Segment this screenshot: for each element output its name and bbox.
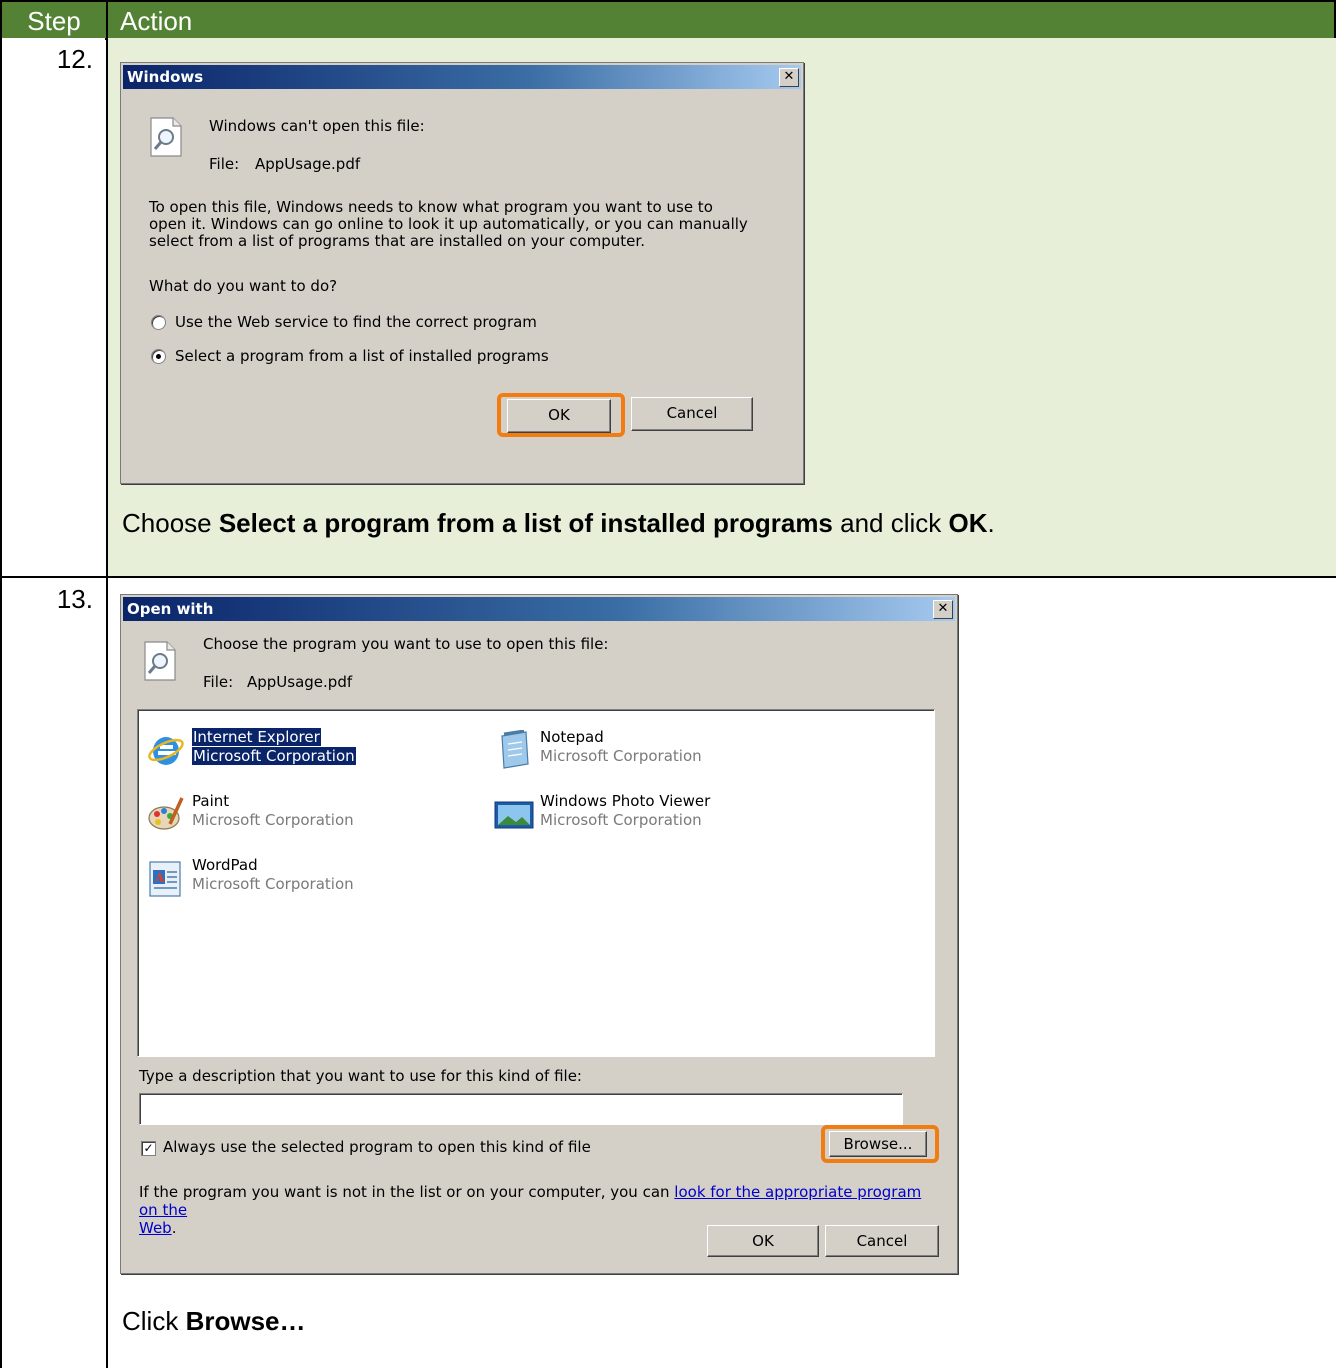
list-item-windows-photo-viewer[interactable]: Windows Photo Viewer Microsoft Corporati…	[494, 792, 814, 838]
list-item-paint[interactable]: Paint Microsoft Corporation	[146, 792, 466, 838]
header-step: Step	[27, 6, 81, 36]
program-name: Paint	[192, 792, 230, 810]
table-row: 12. Windows ✕ Windows can't open this fi…	[0, 38, 1336, 578]
step-cell: 12.	[2, 38, 105, 576]
table-header-row: Step Action	[0, 0, 1336, 40]
close-button[interactable]: ✕	[779, 68, 799, 87]
web-link[interactable]: Web	[139, 1219, 172, 1237]
program-name: WordPad	[192, 856, 258, 874]
dialog-heading: Windows can't open this file:	[209, 117, 425, 135]
cancel-button[interactable]: Cancel	[825, 1225, 939, 1257]
dialog-title: Open with	[127, 600, 214, 618]
notepad-icon	[501, 730, 529, 769]
step-13-caption: Click Browse…	[122, 1306, 305, 1337]
caption-text: and click	[832, 508, 949, 538]
list-item-notepad[interactable]: Notepad Microsoft Corporation	[494, 728, 814, 774]
program-company: Microsoft Corporation	[192, 747, 356, 765]
caption-text: Choose	[122, 508, 219, 538]
dialog-paragraph-line-1: To open this file, Windows needs to know…	[149, 198, 713, 216]
step-number: 12.	[56, 44, 93, 74]
radio-web-service[interactable]	[151, 315, 166, 330]
photo-viewer-icon	[494, 801, 534, 829]
radio-web-service-label: Use the Web service to find the correct …	[175, 313, 537, 331]
step-cell: 13.	[2, 578, 105, 1368]
file-label: File:	[203, 673, 234, 691]
program-company: Microsoft Corporation	[192, 811, 354, 829]
dialog-title: Windows	[127, 68, 204, 86]
cancel-button[interactable]: Cancel	[631, 397, 753, 431]
program-company: Microsoft Corporation	[192, 875, 354, 893]
header-divider	[106, 2, 108, 38]
caption-text: Click	[122, 1306, 186, 1336]
action-cell: Open with ✕ Choose the program you want …	[106, 578, 1336, 1368]
file-name: AppUsage.pdf	[255, 155, 361, 173]
description-label: Type a description that you want to use …	[139, 1067, 582, 1085]
ok-button[interactable]: OK	[507, 399, 611, 433]
file-label: File:	[209, 155, 240, 173]
radio-select-program-label: Select a program from a list of installe…	[175, 347, 549, 365]
dialog-titlebar: Windows ✕	[123, 65, 801, 89]
list-item-wordpad[interactable]: A WordPad Microsoft Corporation	[146, 856, 466, 902]
always-use-checkbox[interactable]: ✓	[141, 1141, 156, 1156]
list-item-internet-explorer[interactable]: Internet Explorer Microsoft Corporation	[146, 728, 466, 774]
browse-button[interactable]: Browse...	[829, 1131, 927, 1157]
note-text: If the program you want is not in the li…	[139, 1183, 939, 1237]
caption-text: .	[987, 508, 995, 538]
program-company: Microsoft Corporation	[540, 747, 702, 765]
description-input[interactable]	[139, 1093, 903, 1125]
program-list[interactable]: Internet Explorer Microsoft Corporation …	[137, 709, 935, 1057]
program-name: Windows Photo Viewer	[540, 792, 711, 810]
program-name: Internet Explorer	[192, 728, 321, 746]
instruction-table: Step Action 12. Windows ✕ Windows can't …	[0, 0, 1336, 1368]
windows-cant-open-dialog: Windows ✕ Windows can't open this file: …	[120, 62, 804, 484]
caption-bold: Select a program from a list of installe…	[218, 508, 833, 538]
close-button[interactable]: ✕	[933, 600, 953, 619]
radio-selected-dot	[156, 354, 161, 359]
step-12-caption: Choose Select a program from a list of i…	[122, 508, 995, 539]
file-search-icon	[150, 117, 182, 157]
program-name: Notepad	[540, 728, 604, 746]
svg-text:A: A	[154, 871, 165, 885]
file-search-icon	[144, 641, 176, 681]
dialog-paragraph-line-3: select from a list of programs that are …	[149, 232, 645, 250]
open-with-dialog: Open with ✕ Choose the program you want …	[120, 594, 958, 1274]
paint-icon	[148, 797, 184, 830]
caption-bold: Browse…	[185, 1306, 306, 1336]
dialog-titlebar: Open with ✕	[123, 597, 955, 621]
header-action: Action	[120, 6, 193, 36]
ok-button[interactable]: OK	[707, 1225, 819, 1257]
action-cell: Windows ✕ Windows can't open this file: …	[106, 38, 1336, 576]
always-use-label: Always use the selected program to open …	[163, 1138, 591, 1156]
file-name: AppUsage.pdf	[247, 673, 353, 691]
note-text-span: If the program you want is not in the li…	[139, 1183, 675, 1201]
dialog-question: What do you want to do?	[149, 277, 338, 295]
step-number: 13.	[56, 584, 93, 614]
radio-select-program[interactable]	[151, 349, 166, 364]
wordpad-icon: A	[149, 861, 181, 897]
dialog-paragraph-line-2: open it. Windows can go online to look i…	[149, 215, 748, 233]
note-end: .	[171, 1219, 177, 1237]
caption-bold: OK	[948, 508, 988, 538]
program-company: Microsoft Corporation	[540, 811, 702, 829]
dialog-heading: Choose the program you want to use to op…	[203, 635, 609, 653]
internet-explorer-icon	[148, 737, 184, 765]
table-row: 13. Open with ✕ Choose the program you w…	[0, 578, 1336, 1368]
